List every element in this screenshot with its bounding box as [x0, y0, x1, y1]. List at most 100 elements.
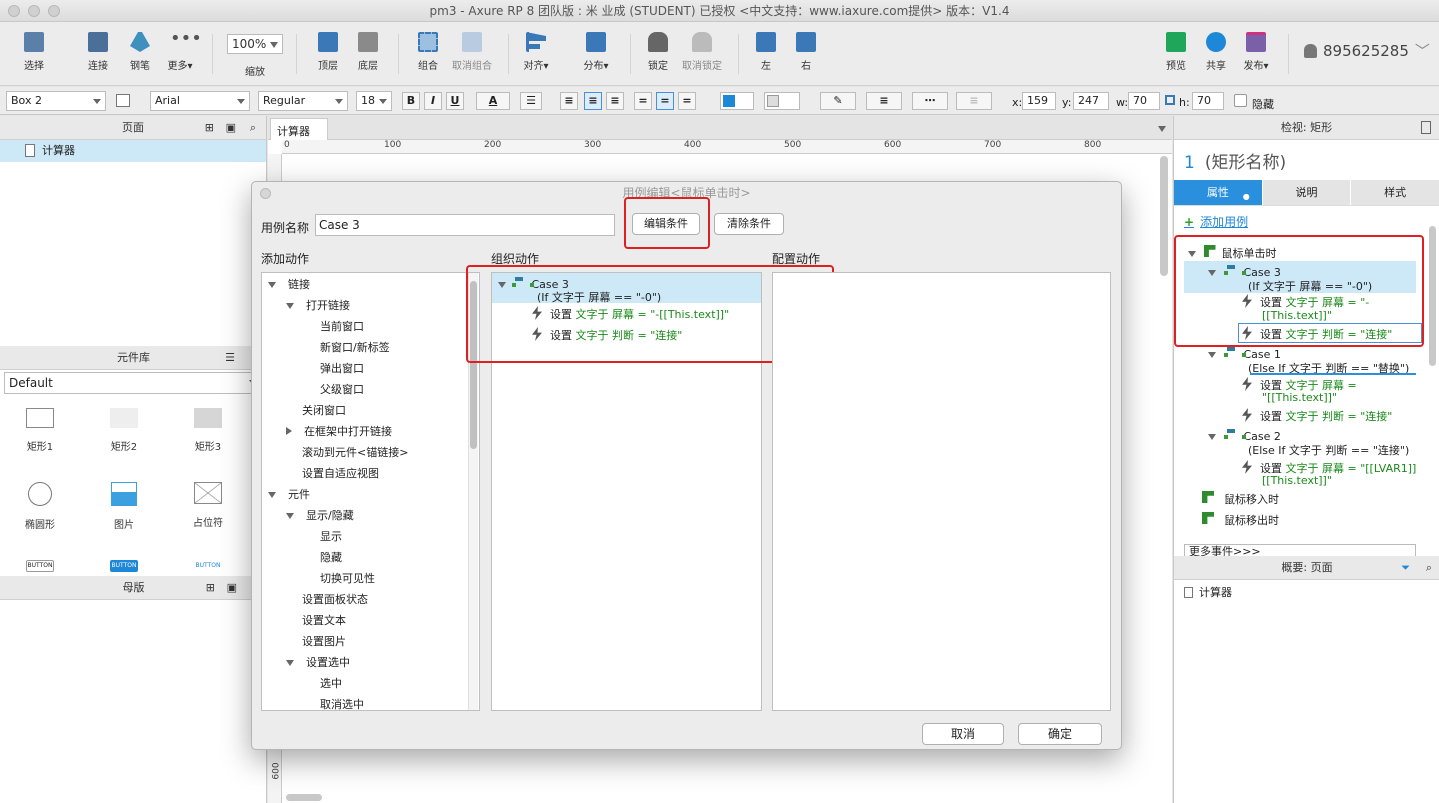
close-window-button[interactable] — [8, 5, 20, 17]
case-name-input[interactable]: Case 3 — [315, 214, 615, 236]
action-item[interactable]: 链接 — [268, 276, 310, 292]
bring-to-front-button[interactable]: 顶层 — [310, 28, 346, 72]
cancel-button[interactable]: 取消 — [922, 723, 1004, 745]
valign-bottom-button[interactable]: = — [678, 92, 696, 110]
tab-calculator[interactable]: 计算器× — [270, 118, 328, 152]
share-button[interactable]: 共享 — [1198, 28, 1234, 72]
widget-link-button[interactable]: BUTTON — [194, 560, 222, 572]
widget-name-field[interactable]: 1 (矩形名称) — [1174, 140, 1439, 180]
widget-placeholder[interactable]: 占位符 — [182, 482, 234, 529]
zoom-window-button[interactable] — [48, 5, 60, 17]
zoom-select[interactable]: 100% — [227, 34, 283, 54]
action-item[interactable]: 父级窗口 — [304, 381, 364, 397]
widget-rect3[interactable]: 矩形3 — [182, 408, 234, 453]
italic-button[interactable]: I — [424, 92, 442, 110]
action-item[interactable]: 设置选中 — [286, 654, 350, 670]
add-page-icon[interactable]: ⊞ — [205, 116, 214, 140]
action-item[interactable]: 滚动到元件<锚链接> — [286, 444, 408, 460]
tab-properties[interactable]: 属性 ● — [1174, 180, 1262, 205]
action-item[interactable]: 选中 — [304, 675, 342, 691]
align-button[interactable]: 对齐▾ — [518, 28, 554, 72]
unlock-button[interactable]: 取消锁定 — [680, 28, 724, 72]
more-events-select[interactable]: 更多事件>>> — [1184, 544, 1416, 556]
action-item[interactable]: 设置自适应视图 — [286, 465, 379, 481]
vertical-scrollbar[interactable] — [1160, 156, 1168, 276]
select-tool[interactable]: 选择 — [14, 28, 54, 72]
outline-item[interactable]: 计算器 — [1184, 584, 1232, 600]
action-item[interactable]: 关闭窗口 — [286, 402, 346, 418]
event-mouseleave[interactable]: 鼠标移出时 — [1202, 512, 1279, 528]
pen-tool[interactable]: 钢笔 — [122, 28, 158, 72]
action-item[interactable]: 隐藏 — [304, 549, 342, 565]
font-color-button[interactable]: A — [476, 92, 510, 110]
action-item[interactable]: 显示 — [304, 528, 342, 544]
widget-primary-button[interactable]: BUTTON — [110, 560, 138, 572]
action-item[interactable]: 打开链接 — [286, 297, 350, 313]
widget-rect2[interactable]: 矩形2 — [98, 408, 150, 453]
action-item[interactable]: 设置图片 — [286, 633, 346, 649]
send-to-back-button[interactable]: 底层 — [350, 28, 386, 72]
preview-button[interactable]: 预览 — [1158, 28, 1194, 72]
x-input[interactable]: 159 — [1022, 92, 1056, 110]
action-item[interactable]: 弹出窗口 — [304, 360, 364, 376]
ok-button[interactable]: 确定 — [1018, 723, 1102, 745]
action-item[interactable]: 元件 — [268, 486, 310, 502]
y-input[interactable]: 247 — [1073, 92, 1109, 110]
page-item-calculator[interactable]: 计算器 — [0, 140, 266, 162]
shadow-button[interactable] — [764, 92, 800, 110]
style-edit-icon[interactable] — [116, 94, 130, 107]
widget-button[interactable]: BUTTON — [26, 560, 54, 572]
dialog-close-button[interactable] — [260, 188, 271, 199]
w-input[interactable]: 70 — [1128, 92, 1160, 110]
valign-top-button[interactable]: = — [634, 92, 652, 110]
valign-middle-button[interactable]: = — [656, 92, 674, 110]
search-icon[interactable]: ⌕ — [250, 116, 256, 140]
ungroup-button[interactable]: 取消组合 — [450, 28, 494, 72]
chevron-down-icon[interactable] — [1158, 126, 1166, 132]
widget-rect1[interactable]: 矩形1 — [14, 408, 66, 453]
action-item[interactable]: 新窗口/新标签 — [304, 339, 390, 355]
case1-item[interactable]: Case 1 — [1208, 347, 1281, 361]
action-item[interactable]: 当前窗口 — [304, 318, 364, 334]
more-tools-button[interactable]: ••• 更多▾ — [162, 28, 201, 73]
align-left-text-button[interactable]: ≡ — [560, 92, 578, 110]
underline-button[interactable]: U — [446, 92, 464, 110]
align-left-button[interactable]: 左 — [750, 28, 782, 72]
distribute-button[interactable]: 分布▾ — [578, 28, 614, 72]
lock-button[interactable]: 锁定 — [640, 28, 676, 72]
group-button[interactable]: 组合 — [410, 28, 446, 72]
clear-condition-button[interactable]: 清除条件 — [714, 213, 784, 235]
search-icon[interactable]: ⌕ — [1426, 556, 1432, 580]
notes-icon[interactable] — [1421, 121, 1431, 134]
case1-action-2[interactable]: 设置 文字于 判断 = "连接" — [1242, 408, 1392, 424]
filter-icon[interactable]: ⏷ — [1401, 556, 1410, 580]
align-center-text-button[interactable]: ≡ — [584, 92, 602, 110]
action-item[interactable]: 在框架中打开链接 — [286, 423, 392, 439]
add-folder-icon[interactable]: ▣ — [227, 576, 237, 600]
add-case-link[interactable]: + 添加用例 — [1184, 213, 1248, 230]
event-mouseenter[interactable]: 鼠标移入时 — [1202, 491, 1279, 507]
action-item[interactable]: 显示/隐藏 — [286, 507, 354, 523]
minimize-window-button[interactable] — [28, 5, 40, 17]
font-size-select[interactable]: 18 — [356, 91, 392, 111]
font-weight-select[interactable]: Regular — [258, 91, 348, 111]
library-select[interactable]: Default — [4, 372, 262, 394]
align-right-button[interactable]: 右 — [790, 28, 822, 72]
fill-color-button[interactable] — [720, 92, 754, 110]
user-account[interactable]: 895625285 ﹀ — [1304, 40, 1430, 61]
font-select[interactable]: Arial — [150, 91, 250, 111]
line-style-button[interactable]: ⋯ — [912, 92, 948, 110]
inspector-scrollbar[interactable] — [1429, 226, 1436, 366]
line-width-button[interactable]: ≡ — [866, 92, 902, 110]
add-folder-icon[interactable]: ▣ — [226, 116, 236, 140]
widget-ellipse[interactable]: 椭圆形 — [14, 482, 66, 531]
action-item[interactable]: 设置面板状态 — [286, 591, 368, 607]
horizontal-scrollbar[interactable] — [286, 794, 322, 801]
zoom-control[interactable]: 100% 缩放 — [226, 28, 284, 78]
hidden-checkbox[interactable] — [1234, 94, 1247, 107]
tab-notes[interactable]: 说明 — [1261, 180, 1351, 205]
action-item[interactable]: 切换可见性 — [304, 570, 375, 586]
add-master-icon[interactable]: ⊞ — [206, 576, 215, 600]
bullet-list-button[interactable]: ☰ — [520, 92, 542, 110]
align-right-text-button[interactable]: ≡ — [606, 92, 624, 110]
